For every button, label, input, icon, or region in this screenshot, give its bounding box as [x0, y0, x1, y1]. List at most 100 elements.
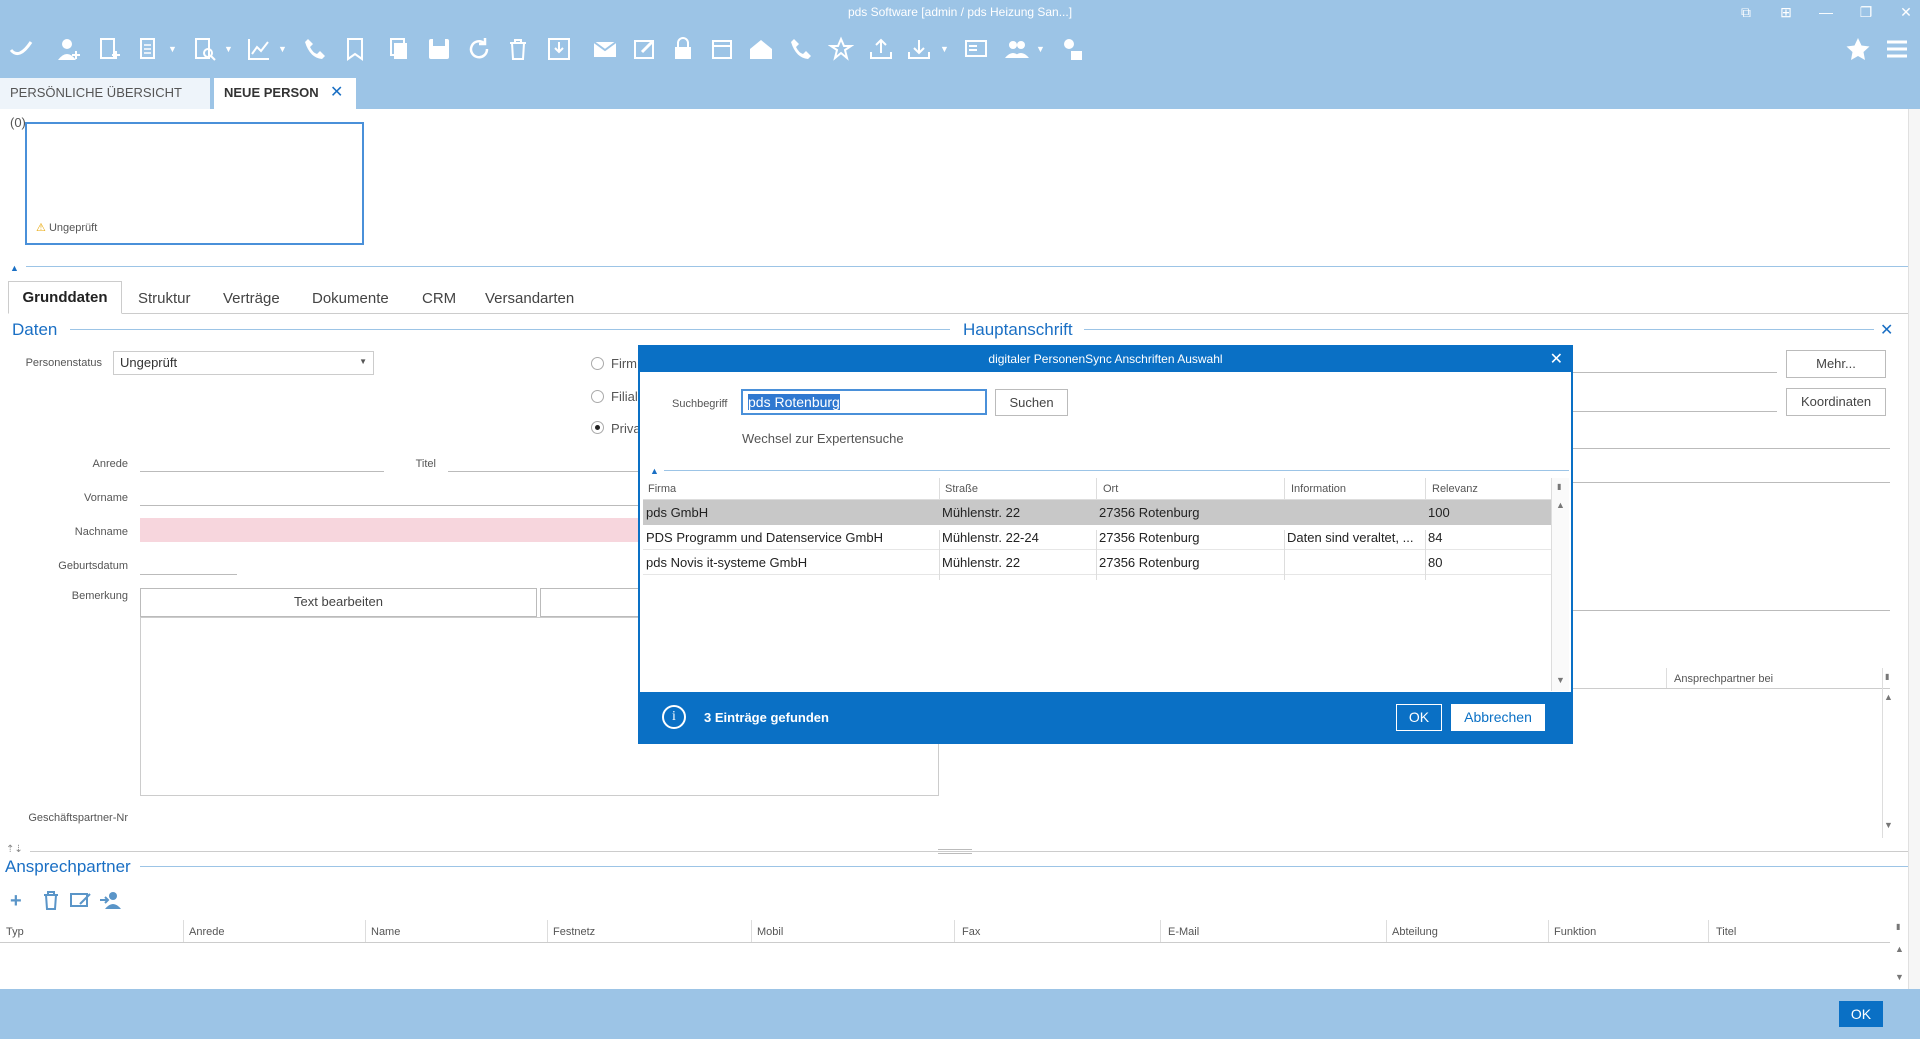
koordinaten-button[interactable]: Koordinaten	[1786, 388, 1886, 416]
close-icon[interactable]: ✕	[1550, 349, 1563, 369]
house-icon[interactable]	[746, 34, 776, 64]
col-information[interactable]: Information	[1291, 483, 1346, 495]
star-icon[interactable]	[1843, 34, 1873, 64]
scroll-up-icon[interactable]: ▲	[1556, 500, 1565, 510]
expand-icon[interactable]: ⊞	[1772, 2, 1800, 22]
bemerkung-extra-button[interactable]	[540, 588, 640, 617]
snap-icon[interactable]: ⧉	[1732, 2, 1760, 22]
chart-icon[interactable]	[244, 34, 274, 64]
dialog-scrollbar[interactable]: ▮ ▲ ▼	[1551, 478, 1569, 691]
favorite-call-icon[interactable]	[826, 34, 856, 64]
scroll-down-icon[interactable]: ▼	[1895, 972, 1904, 982]
radio-filiale[interactable]	[591, 390, 604, 403]
edit-card-icon[interactable]	[70, 892, 92, 908]
chevron-down-icon[interactable]: ▼	[168, 44, 178, 54]
column-chooser-icon[interactable]: ▮	[1885, 672, 1889, 681]
close-window-icon[interactable]: ✕	[1892, 2, 1920, 22]
calendar-icon[interactable]	[708, 34, 738, 64]
new-document-icon[interactable]	[134, 34, 164, 64]
nachname-input[interactable]	[140, 518, 638, 542]
search-button[interactable]: Suchen	[995, 389, 1068, 416]
col-funktion[interactable]: Funktion	[1554, 926, 1596, 938]
col-firma[interactable]: Firma	[648, 483, 676, 495]
geburtsdatum-input[interactable]	[140, 574, 237, 575]
col-relevanz[interactable]: Relevanz	[1432, 483, 1478, 495]
app-logo-icon[interactable]	[6, 34, 36, 64]
scroll-down-icon[interactable]: ▼	[1884, 820, 1893, 830]
tab-vertraege[interactable]: Verträge	[223, 290, 280, 307]
add-icon[interactable]: +	[10, 890, 22, 913]
column-chooser-icon[interactable]: ▮	[1557, 482, 1561, 491]
tab-versandarten[interactable]: Versandarten	[485, 290, 574, 307]
tab-dokumente[interactable]: Dokumente	[312, 290, 389, 307]
group-icon[interactable]	[1002, 34, 1032, 64]
anrede-input[interactable]	[140, 471, 384, 472]
radio-privat[interactable]	[591, 421, 604, 434]
assign-person-icon[interactable]	[100, 890, 122, 910]
address-field[interactable]	[1572, 482, 1890, 483]
expert-search-link[interactable]: Wechsel zur Expertensuche	[742, 431, 904, 446]
refresh-icon[interactable]	[464, 34, 494, 64]
chevron-down-icon[interactable]: ▼	[1036, 44, 1046, 54]
add-person-icon[interactable]	[54, 34, 84, 64]
chevron-down-icon[interactable]: ▼	[224, 44, 234, 54]
scroll-up-icon[interactable]: ▲	[1895, 944, 1904, 954]
personenstatus-select[interactable]: Ungeprüft ▼	[113, 351, 374, 375]
table-row[interactable]: PDS Programm und Datenservice GmbH Mühle…	[643, 525, 1551, 555]
col-anrede[interactable]: Anrede	[189, 926, 224, 938]
privacy-icon[interactable]	[1056, 34, 1086, 64]
mehr-button[interactable]: Mehr...	[1786, 350, 1886, 378]
copy-icon[interactable]	[385, 34, 415, 64]
tab-grunddaten[interactable]: Grunddaten	[8, 281, 122, 314]
close-icon[interactable]: ✕	[1880, 320, 1893, 340]
main-scrollbar[interactable]	[1908, 109, 1920, 989]
vorname-input[interactable]	[140, 505, 638, 506]
minimize-icon[interactable]: —	[1812, 2, 1840, 22]
lock-icon[interactable]	[668, 34, 698, 64]
ok-button[interactable]: OK	[1839, 1001, 1883, 1027]
scrollbar[interactable]: ▮ ▲ ▼	[1882, 668, 1894, 838]
tab-struktur[interactable]: Struktur	[138, 290, 191, 307]
search-document-icon[interactable]	[190, 34, 220, 64]
expand-collapse-icon[interactable]: ⇡⇣	[6, 844, 23, 855]
scroll-down-icon[interactable]: ▼	[1556, 675, 1565, 685]
col-typ[interactable]: Typ	[6, 926, 24, 938]
address-field[interactable]	[1572, 448, 1890, 449]
phone-transfer-icon[interactable]	[786, 34, 816, 64]
chevron-down-icon[interactable]: ▼	[278, 44, 288, 54]
col-titel[interactable]: Titel	[1716, 926, 1736, 938]
col-festnetz[interactable]: Festnetz	[553, 926, 595, 938]
col-ort[interactable]: Ort	[1103, 483, 1118, 495]
address-card-icon[interactable]	[962, 34, 992, 64]
table-row[interactable]: pds Novis it-systeme GmbH Mühlenstr. 22 …	[643, 550, 1551, 580]
col-name[interactable]: Name	[371, 926, 400, 938]
upload-icon[interactable]	[866, 34, 896, 64]
col-strasse[interactable]: Straße	[945, 483, 978, 495]
chevron-down-icon[interactable]: ▼	[940, 44, 950, 54]
column-chooser-icon[interactable]: ▮	[1896, 922, 1900, 931]
radio-firma[interactable]	[591, 357, 604, 370]
download-icon[interactable]	[904, 34, 934, 64]
col-mobil[interactable]: Mobil	[757, 926, 783, 938]
ok-button[interactable]: OK	[1396, 704, 1442, 731]
menu-icon[interactable]	[1882, 34, 1912, 64]
mail-icon[interactable]	[590, 34, 620, 64]
table-row[interactable]: pds GmbH Mühlenstr. 22 27356 Rotenburg 1…	[643, 500, 1551, 525]
close-icon[interactable]: ✕	[330, 78, 343, 108]
titel-input[interactable]	[448, 471, 638, 472]
scroll-up-icon[interactable]: ▲	[1884, 692, 1893, 702]
col-fax[interactable]: Fax	[962, 926, 980, 938]
add-document-icon[interactable]	[94, 34, 124, 64]
address-field[interactable]	[1572, 372, 1777, 373]
splitter-handle[interactable]	[938, 849, 972, 854]
import-icon[interactable]	[544, 34, 574, 64]
restore-icon[interactable]: ❐	[1852, 2, 1880, 22]
address-field[interactable]	[1572, 411, 1777, 412]
search-input[interactable]: pds Rotenburg	[741, 389, 987, 415]
bookmark-star-icon[interactable]	[340, 34, 370, 64]
text-bearbeiten-button[interactable]: Text bearbeiten	[140, 588, 537, 617]
edit-note-icon[interactable]	[630, 34, 660, 64]
col-abteilung[interactable]: Abteilung	[1392, 926, 1438, 938]
col-email[interactable]: E-Mail	[1168, 926, 1199, 938]
cancel-button[interactable]: Abbrechen	[1451, 704, 1545, 731]
